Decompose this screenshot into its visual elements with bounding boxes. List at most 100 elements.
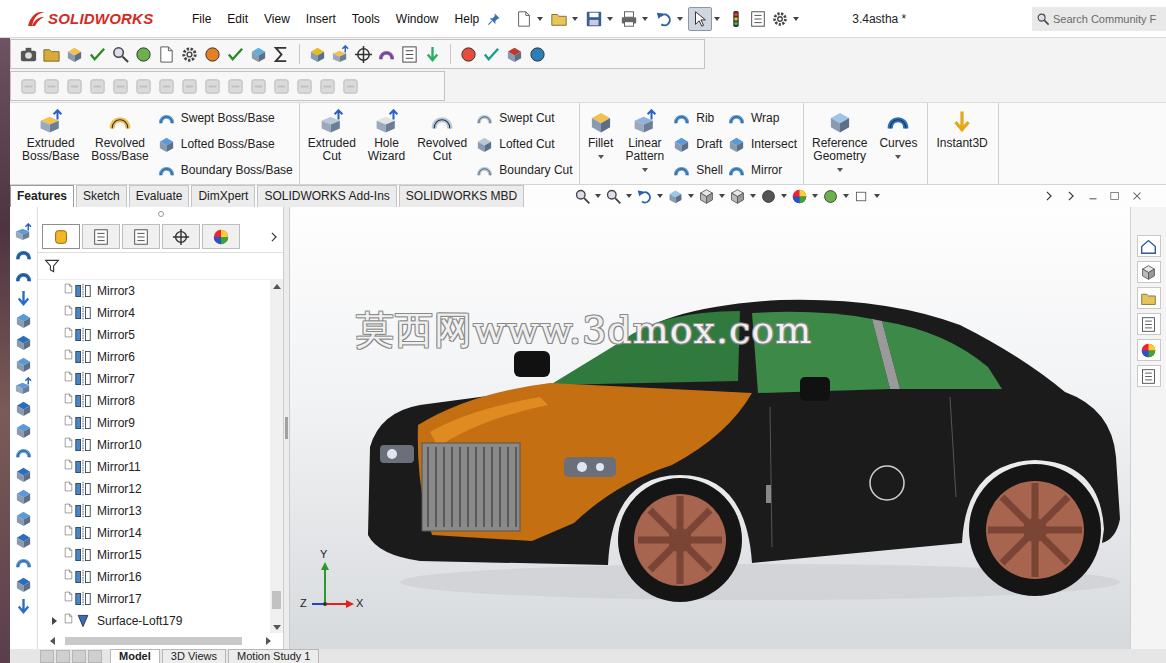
toolbox-icon[interactable]	[505, 45, 524, 64]
more-tabs[interactable]	[267, 230, 281, 244]
tab-nav-button[interactable]	[72, 650, 86, 663]
tree-item[interactable]: Surface-Loft179	[38, 610, 270, 632]
command-button[interactable]: Mirror	[727, 159, 797, 181]
dropdown-caret[interactable]	[812, 194, 818, 198]
tree-item[interactable]: Mirror13	[38, 500, 270, 522]
feature-tool-icon[interactable]	[14, 377, 33, 396]
command-tab[interactable]: DimXpert	[191, 185, 255, 207]
task-pane-button[interactable]	[1137, 287, 1161, 309]
feature-tool-icon[interactable]	[14, 575, 33, 594]
feature-tool-icon[interactable]	[14, 531, 33, 550]
graphics-area[interactable]: 莫西网www.3dmox.comYZX	[290, 207, 1130, 649]
model-tab[interactable]: Motion Study 1	[228, 649, 319, 663]
dropdown-caret[interactable]	[572, 17, 578, 21]
tree-item[interactable]: Mirror10	[38, 434, 270, 456]
design-checker-icon[interactable]	[482, 45, 501, 64]
display-style-icon[interactable]	[729, 188, 746, 205]
dropdown-caret[interactable]	[595, 194, 601, 198]
tree-item[interactable]: Mirror15	[38, 544, 270, 566]
search-field[interactable]	[1053, 13, 1166, 25]
model-tab[interactable]: Model	[110, 649, 160, 663]
zoom-to-fit-icon[interactable]	[574, 188, 591, 205]
command-button[interactable]: Revolved Cut	[413, 107, 471, 165]
reference-icon[interactable]	[157, 45, 176, 64]
command-button[interactable]: Boundary Boss/Base	[157, 159, 293, 181]
previous-icon[interactable]	[1042, 189, 1056, 203]
dropdown-caret[interactable]	[688, 194, 694, 198]
tab-nav-button[interactable]	[56, 650, 70, 663]
filter-row[interactable]	[38, 252, 283, 280]
command-button[interactable]: Linear Pattern	[622, 107, 669, 174]
tree-item[interactable]: Mirror3	[38, 280, 270, 302]
menu-item[interactable]: File	[184, 10, 219, 28]
feature-tool-icon[interactable]	[14, 487, 33, 506]
command-button[interactable]: Revolved Boss/Base	[87, 107, 152, 165]
scroll-track[interactable]	[270, 292, 283, 621]
command-tab[interactable]: SOLIDWORKS MBD	[399, 185, 524, 207]
tree-item[interactable]: Mirror5	[38, 324, 270, 346]
feature-tool-icon[interactable]	[14, 267, 33, 286]
dropdown-caret[interactable]	[626, 194, 632, 198]
panel-tab[interactable]	[202, 224, 240, 249]
close-icon[interactable]	[1130, 189, 1144, 203]
view-orientation-icon[interactable]	[698, 188, 715, 205]
dropdown-caret[interactable]	[642, 17, 648, 21]
apply-scene-icon[interactable]	[822, 188, 839, 205]
feature-tool-icon[interactable]	[14, 311, 33, 330]
next-icon[interactable]	[1064, 189, 1078, 203]
rebuild-icon[interactable]	[727, 10, 745, 28]
menu-item[interactable]: Tools	[344, 10, 388, 28]
feature-tool-icon[interactable]	[14, 597, 33, 616]
dropdown-caret[interactable]	[657, 194, 663, 198]
import-diagnostics-icon[interactable]	[423, 45, 442, 64]
open-button[interactable]	[548, 8, 570, 30]
feature-tool-icon[interactable]	[14, 421, 33, 440]
dropdown-caret[interactable]	[714, 17, 720, 21]
pin-icon[interactable]	[487, 12, 501, 26]
tree-item[interactable]: Mirror6	[38, 346, 270, 368]
thickness-icon[interactable]	[354, 45, 373, 64]
equations-icon[interactable]	[272, 45, 291, 64]
feature-tool-icon[interactable]	[14, 465, 33, 484]
costing-icon[interactable]	[528, 45, 547, 64]
command-button[interactable]: Reference Geometry	[808, 107, 871, 174]
tree-item[interactable]: Mirror12	[38, 478, 270, 500]
expand-arrow[interactable]	[48, 615, 60, 627]
section-view-icon[interactable]	[667, 188, 684, 205]
deviation-icon[interactable]	[331, 45, 350, 64]
feature-tool-icon[interactable]	[14, 443, 33, 462]
task-pane-button[interactable]	[1137, 339, 1161, 361]
filter-icon[interactable]	[44, 258, 60, 274]
command-button[interactable]: Intersect	[727, 133, 797, 155]
save-button[interactable]	[583, 8, 605, 30]
options-icon[interactable]	[771, 10, 789, 28]
menu-item[interactable]: Edit	[219, 10, 256, 28]
feature-tool-icon[interactable]	[14, 223, 33, 242]
dropdown-caret[interactable]	[642, 168, 648, 172]
options-list-icon[interactable]	[400, 45, 419, 64]
command-button[interactable]: Shell	[672, 159, 723, 181]
undo-button[interactable]	[653, 8, 675, 30]
dropdown-caret[interactable]	[895, 155, 901, 159]
tab-nav-button[interactable]	[88, 650, 102, 663]
tab-nav-button[interactable]	[40, 650, 54, 663]
curvature-icon[interactable]	[377, 45, 396, 64]
new-icon[interactable]	[515, 10, 533, 28]
tree-item[interactable]: Mirror7	[38, 368, 270, 390]
command-tab[interactable]: Features	[10, 185, 74, 207]
spell-check-icon[interactable]	[88, 45, 107, 64]
menu-item[interactable]: Help	[447, 10, 488, 28]
find-icon[interactable]	[111, 45, 130, 64]
panel-tab[interactable]	[122, 224, 160, 249]
view-settings-icon[interactable]	[853, 188, 870, 205]
vertical-scrollbar[interactable]	[270, 280, 283, 633]
dropdown-caret[interactable]	[677, 17, 683, 21]
compare-icon[interactable]	[459, 45, 478, 64]
menu-item[interactable]: Insert	[298, 10, 344, 28]
dropdown-caret[interactable]	[719, 194, 725, 198]
new-button[interactable]	[513, 8, 535, 30]
dropdown-caret[interactable]	[837, 168, 843, 172]
command-button[interactable]: Hole Wizard	[364, 107, 409, 165]
command-button[interactable]: Fillet	[584, 107, 618, 161]
command-tab[interactable]: Evaluate	[129, 185, 190, 207]
